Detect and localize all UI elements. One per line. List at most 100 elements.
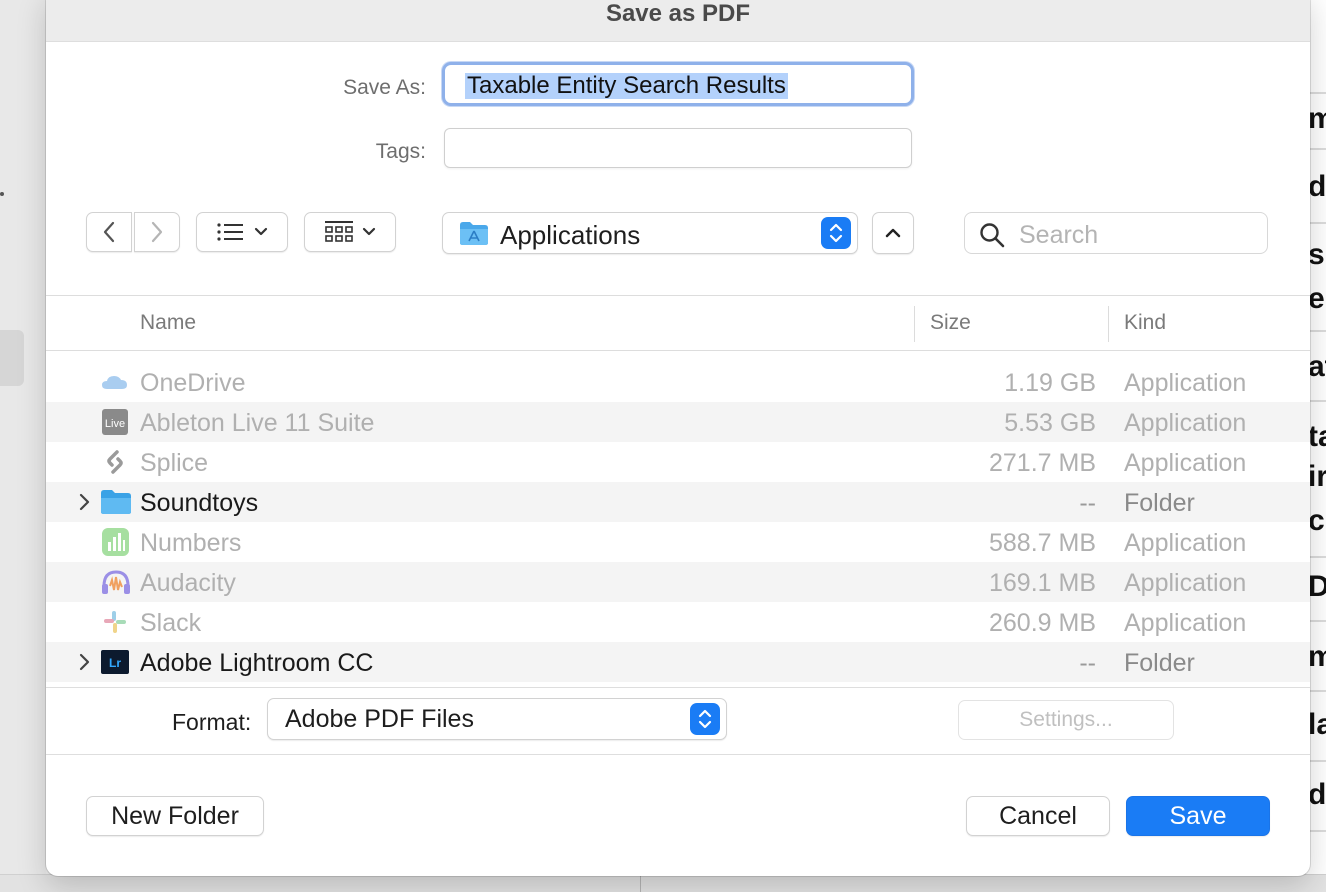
background-dot — [0, 192, 4, 196]
file-name: Splice — [140, 449, 209, 477]
file-size: 5.53 GB — [1004, 409, 1096, 437]
file-size: 271.7 MB — [988, 449, 1096, 477]
format-stepper[interactable] — [690, 703, 720, 735]
column-separator[interactable] — [914, 306, 915, 342]
disclosure-triangle-icon[interactable] — [78, 492, 90, 517]
background-window-bottom — [0, 874, 1326, 892]
chevron-left-icon — [102, 221, 116, 243]
file-kind: Application — [1124, 449, 1247, 477]
column-size[interactable]: Size — [930, 311, 971, 335]
background-divider — [640, 874, 641, 892]
file-row[interactable]: Soundtoys -- Folder — [46, 482, 1310, 522]
save-button[interactable]: Save — [1126, 796, 1270, 836]
file-size: -- — [1079, 489, 1096, 517]
background-sidebar-handle[interactable] — [0, 330, 24, 386]
background-text: m — [1308, 640, 1326, 673]
list-bottom-border — [46, 687, 1310, 688]
file-row[interactable]: Audacity 169.1 MB Application — [46, 562, 1310, 602]
chevron-right-icon — [150, 221, 164, 243]
back-button[interactable] — [86, 212, 132, 252]
file-kind: Application — [1124, 369, 1247, 397]
file-name: OneDrive — [140, 369, 246, 397]
file-size: 260.9 MB — [988, 609, 1096, 637]
disclosure-triangle-icon[interactable] — [78, 652, 90, 677]
column-kind[interactable]: Kind — [1124, 311, 1166, 335]
list-view-icon — [216, 222, 246, 242]
cancel-button[interactable]: Cancel — [966, 796, 1110, 836]
search-placeholder: Search — [1019, 221, 1099, 249]
folder-icon — [100, 488, 131, 516]
forward-button[interactable] — [134, 212, 180, 252]
applications-folder-icon — [459, 220, 489, 246]
up-down-arrows-icon — [829, 222, 843, 244]
tags-label: Tags: — [375, 140, 426, 163]
slack-icon — [100, 608, 130, 636]
title-bar: Save as PDF — [46, 0, 1310, 42]
chevron-down-icon — [254, 227, 268, 237]
location-stepper[interactable] — [821, 217, 851, 249]
audacity-icon — [100, 568, 130, 596]
file-name: Audacity — [140, 569, 236, 597]
expand-dialog-button[interactable] — [872, 212, 914, 254]
svg-text:Live: Live — [105, 418, 125, 430]
lightroom-folder-icon: Lr — [100, 648, 130, 676]
background-text: e — [1308, 282, 1325, 315]
column-separator[interactable] — [1108, 306, 1109, 342]
save-as-value[interactable]: Taxable Entity Search Results — [465, 73, 788, 99]
file-size: 169.1 MB — [988, 569, 1096, 597]
format-value: Adobe PDF Files — [285, 705, 474, 733]
file-kind: Folder — [1124, 489, 1195, 517]
column-header: Name Size Kind — [46, 296, 1310, 351]
grid-view-button[interactable] — [304, 212, 396, 252]
file-kind: Application — [1124, 609, 1247, 637]
background-text: D — [1308, 570, 1326, 603]
new-folder-button[interactable]: New Folder — [86, 796, 264, 836]
file-row[interactable]: OneDrive 1.19 GB Application — [46, 362, 1310, 402]
format-popup[interactable]: Adobe PDF Files — [267, 698, 727, 740]
file-kind: Folder — [1124, 649, 1195, 677]
column-name[interactable]: Name — [140, 311, 196, 335]
up-down-arrows-icon — [698, 708, 712, 730]
save-as-field[interactable]: Taxable Entity Search Results — [442, 62, 914, 106]
file-row[interactable]: Live Ableton Live 11 Suite 5.53 GB Appli… — [46, 402, 1310, 442]
file-list: OneDrive 1.19 GB Application Live Ableto… — [46, 362, 1310, 682]
save-as-label: Save As: — [343, 76, 426, 99]
file-row[interactable]: Lr Adobe Lightroom CC -- Folder — [46, 642, 1310, 682]
background-text: dr — [1308, 170, 1326, 203]
file-kind: Application — [1124, 409, 1247, 437]
file-name: Ableton Live 11 Suite — [140, 409, 375, 437]
file-row[interactable]: Splice 271.7 MB Application — [46, 442, 1310, 482]
splice-icon — [100, 448, 130, 476]
background-text: ta — [1308, 420, 1326, 453]
list-view-button[interactable] — [196, 212, 288, 252]
svg-text:Lr: Lr — [109, 656, 121, 670]
background-text: la — [1308, 708, 1326, 741]
magnifier-icon — [979, 222, 1005, 248]
background-text: m — [1308, 102, 1326, 135]
background-text: c — [1308, 504, 1325, 537]
settings-button[interactable]: Settings... — [958, 700, 1174, 740]
file-name: Numbers — [140, 529, 242, 557]
chevron-up-icon — [885, 228, 901, 238]
file-row[interactable]: Slack 260.9 MB Application — [46, 602, 1310, 642]
file-size: 588.7 MB — [988, 529, 1096, 557]
background-text: dr — [1308, 778, 1326, 811]
chevron-down-icon — [362, 227, 376, 237]
save-as-pdf-dialog: Save as PDF Save As: Taxable Entity Sear… — [46, 0, 1310, 876]
file-kind: Application — [1124, 529, 1247, 557]
format-label: Format: — [172, 709, 252, 735]
dialog-title: Save as PDF — [605, 0, 751, 27]
ableton-live-icon: Live — [100, 408, 130, 436]
search-field[interactable]: Search — [964, 212, 1268, 254]
file-size: 1.19 GB — [1004, 369, 1096, 397]
tags-field[interactable] — [444, 128, 912, 168]
file-size: -- — [1079, 649, 1096, 677]
background-text: ir — [1308, 460, 1326, 493]
background-text: s — [1308, 238, 1325, 271]
file-row[interactable]: Numbers 588.7 MB Application — [46, 522, 1310, 562]
file-name: Soundtoys — [140, 489, 259, 517]
onedrive-cloud-icon — [100, 368, 130, 396]
background-window-left — [0, 0, 46, 892]
file-name: Slack — [140, 609, 202, 637]
location-popup[interactable]: Applications — [442, 212, 858, 254]
